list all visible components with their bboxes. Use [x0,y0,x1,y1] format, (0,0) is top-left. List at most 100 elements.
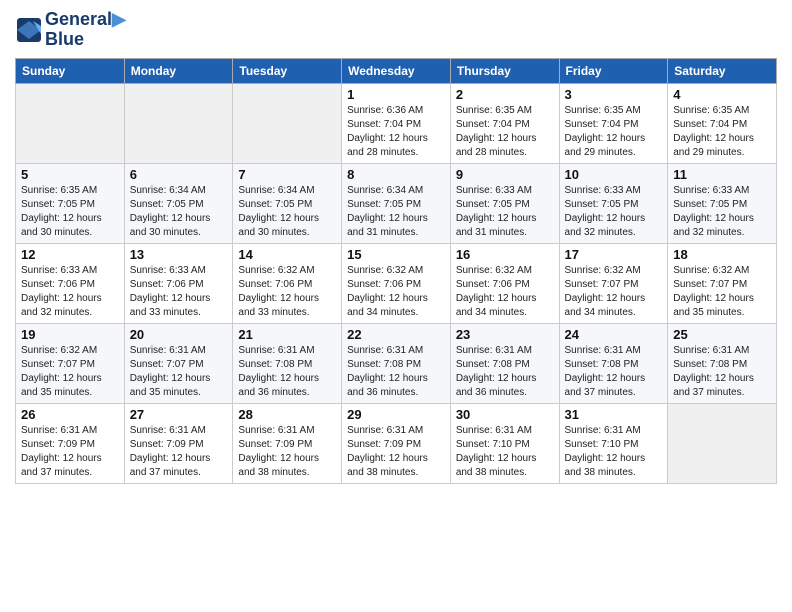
cell-info-text: Sunrise: 6:32 AM Sunset: 7:06 PM Dayligh… [347,264,445,320]
cell-day-number: 8 [347,167,445,182]
cell-day-number: 13 [130,247,228,262]
calendar-week-row: 19Sunrise: 6:32 AM Sunset: 7:07 PM Dayli… [16,323,777,403]
weekday-header-sunday: Sunday [16,58,125,83]
cell-info-text: Sunrise: 6:31 AM Sunset: 7:09 PM Dayligh… [238,424,336,480]
cell-info-text: Sunrise: 6:35 AM Sunset: 7:05 PM Dayligh… [21,184,119,240]
weekday-header-monday: Monday [124,58,233,83]
cell-info-text: Sunrise: 6:31 AM Sunset: 7:08 PM Dayligh… [347,344,445,400]
logo-text: General▶ Blue [45,10,126,50]
logo-icon [15,16,43,44]
calendar-cell: 31Sunrise: 6:31 AM Sunset: 7:10 PM Dayli… [559,403,668,483]
calendar-cell: 13 Sunrise: 6:33 AM Sunset: 7:06 PM Dayli… [124,243,233,323]
cell-day-number: 29 [347,407,445,422]
cell-day-number: 12 [21,247,119,262]
calendar-week-row: 26 Sunrise: 6:31 AM Sunset: 7:09 PM Dayli… [16,403,777,483]
weekday-header-saturday: Saturday [668,58,777,83]
calendar-cell: 25 Sunrise: 6:31 AM Sunset: 7:08 PM Dayli… [668,323,777,403]
calendar-cell [124,83,233,163]
cell-day-number: 26 [21,407,119,422]
calendar-cell: 22 Sunrise: 6:31 AM Sunset: 7:08 PM Dayli… [342,323,451,403]
calendar-cell [668,403,777,483]
logo: General▶ Blue [15,10,126,50]
calendar-cell: 20Sunrise: 6:31 AM Sunset: 7:07 PM Dayli… [124,323,233,403]
cell-day-number: 10 [565,167,663,182]
cell-info-text: Sunrise: 6:31 AM Sunset: 7:09 PM Dayligh… [21,424,119,480]
cell-day-number: 7 [238,167,336,182]
cell-day-number: 11 [673,167,771,182]
cell-info-text: Sunrise: 6:33 AM Sunset: 7:05 PM Dayligh… [456,184,554,240]
cell-day-number: 9 [456,167,554,182]
calendar-week-row: 12 Sunrise: 6:33 AM Sunset: 7:06 PM Dayli… [16,243,777,323]
cell-day-number: 31 [565,407,663,422]
cell-info-text: Sunrise: 6:31 AM Sunset: 7:09 PM Dayligh… [347,424,445,480]
calendar-cell: 29 Sunrise: 6:31 AM Sunset: 7:09 PM Dayli… [342,403,451,483]
cell-info-text: Sunrise: 6:31 AM Sunset: 7:07 PM Dayligh… [130,344,228,400]
calendar-cell: 21 Sunrise: 6:31 AM Sunset: 7:08 PM Dayli… [233,323,342,403]
header: General▶ Blue [15,10,777,50]
cell-day-number: 25 [673,327,771,342]
cell-day-number: 24 [565,327,663,342]
calendar-cell: 28 Sunrise: 6:31 AM Sunset: 7:09 PM Dayli… [233,403,342,483]
weekday-header-thursday: Thursday [450,58,559,83]
calendar-cell: 24 Sunrise: 6:31 AM Sunset: 7:08 PM Dayli… [559,323,668,403]
cell-day-number: 28 [238,407,336,422]
cell-info-text: Sunrise: 6:31 AM Sunset: 7:09 PM Dayligh… [130,424,228,480]
cell-info-text: Sunrise: 6:32 AM Sunset: 7:07 PM Dayligh… [565,264,663,320]
cell-info-text: Sunrise: 6:35 AM Sunset: 7:04 PM Dayligh… [673,104,771,160]
cell-day-number: 5 [21,167,119,182]
calendar-week-row: 5 Sunrise: 6:35 AM Sunset: 7:05 PM Daylig… [16,163,777,243]
cell-day-number: 1 [347,87,445,102]
cell-info-text: Sunrise: 6:36 AM Sunset: 7:04 PM Dayligh… [347,104,445,160]
weekday-header-row: SundayMondayTuesdayWednesdayThursdayFrid… [16,58,777,83]
calendar-cell: 10 Sunrise: 6:33 AM Sunset: 7:05 PM Dayli… [559,163,668,243]
calendar-cell: 9 Sunrise: 6:33 AM Sunset: 7:05 PM Daylig… [450,163,559,243]
calendar-cell: 26 Sunrise: 6:31 AM Sunset: 7:09 PM Dayli… [16,403,125,483]
calendar-cell: 27 Sunrise: 6:31 AM Sunset: 7:09 PM Dayli… [124,403,233,483]
calendar-cell [16,83,125,163]
calendar: SundayMondayTuesdayWednesdayThursdayFrid… [15,58,777,484]
cell-day-number: 14 [238,247,336,262]
calendar-cell: 16 Sunrise: 6:32 AM Sunset: 7:06 PM Dayli… [450,243,559,323]
calendar-cell: 18 Sunrise: 6:32 AM Sunset: 7:07 PM Dayli… [668,243,777,323]
cell-day-number: 4 [673,87,771,102]
calendar-cell: 3 Sunrise: 6:35 AM Sunset: 7:04 PM Daylig… [559,83,668,163]
cell-day-number: 3 [565,87,663,102]
cell-info-text: Sunrise: 6:34 AM Sunset: 7:05 PM Dayligh… [130,184,228,240]
weekday-header-tuesday: Tuesday [233,58,342,83]
cell-day-number: 2 [456,87,554,102]
cell-info-text: Sunrise: 6:31 AM Sunset: 7:08 PM Dayligh… [238,344,336,400]
calendar-cell: 5 Sunrise: 6:35 AM Sunset: 7:05 PM Daylig… [16,163,125,243]
cell-info-text: Sunrise: 6:33 AM Sunset: 7:06 PM Dayligh… [130,264,228,320]
calendar-cell: 12Sunrise: 6:33 AM Sunset: 7:06 PM Dayli… [16,243,125,323]
cell-info-text: Sunrise: 6:34 AM Sunset: 7:05 PM Dayligh… [238,184,336,240]
calendar-cell: 6 Sunrise: 6:34 AM Sunset: 7:05 PM Daylig… [124,163,233,243]
calendar-cell: 19Sunrise: 6:32 AM Sunset: 7:07 PM Dayli… [16,323,125,403]
cell-day-number: 17 [565,247,663,262]
cell-day-number: 22 [347,327,445,342]
cell-day-number: 16 [456,247,554,262]
calendar-cell: 30 Sunrise: 6:31 AM Sunset: 7:10 PM Dayli… [450,403,559,483]
cell-day-number: 18 [673,247,771,262]
cell-info-text: Sunrise: 6:31 AM Sunset: 7:08 PM Dayligh… [673,344,771,400]
cell-info-text: Sunrise: 6:33 AM Sunset: 7:05 PM Dayligh… [673,184,771,240]
cell-day-number: 15 [347,247,445,262]
cell-info-text: Sunrise: 6:33 AM Sunset: 7:05 PM Dayligh… [565,184,663,240]
cell-day-number: 19 [21,327,119,342]
cell-info-text: Sunrise: 6:35 AM Sunset: 7:04 PM Dayligh… [565,104,663,160]
calendar-cell: 7 Sunrise: 6:34 AM Sunset: 7:05 PM Daylig… [233,163,342,243]
cell-info-text: Sunrise: 6:31 AM Sunset: 7:08 PM Dayligh… [565,344,663,400]
cell-day-number: 23 [456,327,554,342]
weekday-header-wednesday: Wednesday [342,58,451,83]
cell-info-text: Sunrise: 6:32 AM Sunset: 7:06 PM Dayligh… [456,264,554,320]
cell-info-text: Sunrise: 6:31 AM Sunset: 7:08 PM Dayligh… [456,344,554,400]
cell-info-text: Sunrise: 6:35 AM Sunset: 7:04 PM Dayligh… [456,104,554,160]
cell-info-text: Sunrise: 6:31 AM Sunset: 7:10 PM Dayligh… [456,424,554,480]
cell-day-number: 30 [456,407,554,422]
cell-day-number: 21 [238,327,336,342]
calendar-cell [233,83,342,163]
calendar-cell: 17 Sunrise: 6:32 AM Sunset: 7:07 PM Dayli… [559,243,668,323]
cell-day-number: 6 [130,167,228,182]
cell-info-text: Sunrise: 6:32 AM Sunset: 7:07 PM Dayligh… [673,264,771,320]
calendar-week-row: 1 Sunrise: 6:36 AM Sunset: 7:04 PM Daylig… [16,83,777,163]
cell-day-number: 27 [130,407,228,422]
